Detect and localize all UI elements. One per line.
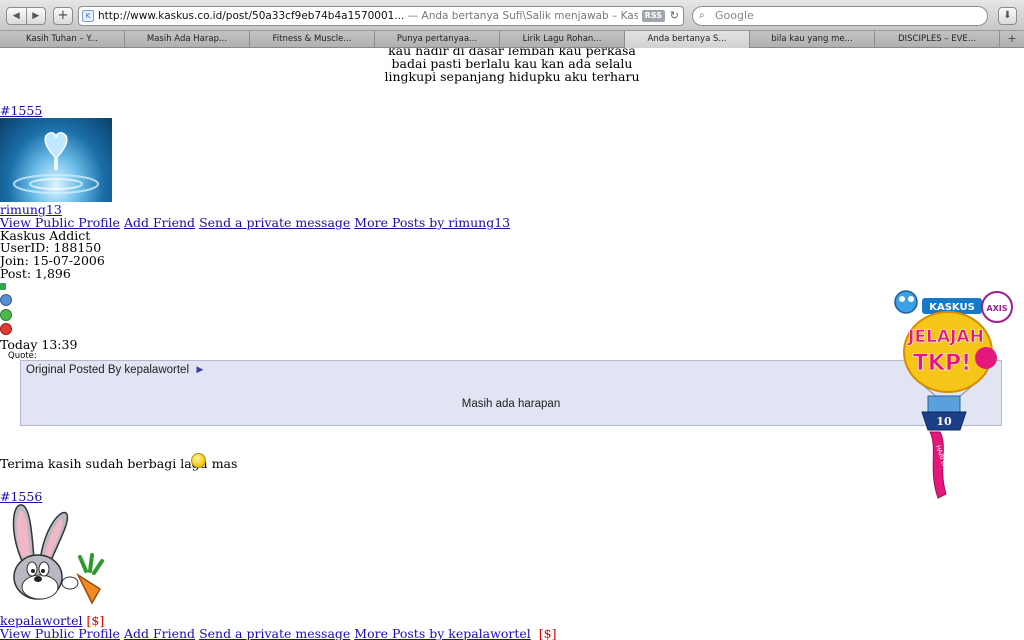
page-content: kau hadir di dasar lembah kau perkasa ba… (0, 48, 1024, 640)
badge-count: 10 (936, 415, 952, 428)
more-posts-link[interactable]: More Posts by kepalawortel (354, 626, 530, 640)
page-title-text: — Anda bertanya Sufi\Salik menjawab – Ka… (407, 10, 638, 22)
give-reputation-icon[interactable] (0, 309, 12, 321)
plus-icon[interactable]: + (53, 7, 73, 25)
quote-header: Original Posted By kepalawortel ► (26, 364, 206, 376)
user-info-1: rimung13 View Public Profile Add Friend Se… (0, 203, 510, 281)
lyric-line: lingkupi sepanjang hidupku aku terharu (384, 68, 640, 84)
more-posts-link[interactable]: More Posts by rimung13 (354, 215, 510, 230)
post-time: Today 13:39 (0, 337, 78, 352)
quote-source-arrow-icon[interactable]: ► (194, 364, 205, 376)
tab-3[interactable]: Fitness & Muscle... (250, 31, 375, 48)
lyrics-block: kau hadir di dasar lembah kau perkasa ba… (350, 48, 674, 83)
quote-box: Original Posted By kepalawortel ► Masih … (20, 360, 1002, 426)
private-message-link[interactable]: Send a private message (199, 626, 350, 640)
view-profile-link[interactable]: View Public Profile (0, 626, 120, 640)
tab-6-active[interactable]: Anda bertanya S... (625, 31, 750, 48)
tab-8[interactable]: DISCIPLES – EVE... (875, 31, 1000, 48)
avatar (0, 503, 114, 613)
tab-1[interactable]: Kasih Tuhan – Y... (0, 31, 125, 48)
search-input[interactable]: ⌕ Google (692, 6, 988, 26)
smiley-icon (191, 453, 206, 468)
download-icon[interactable]: ⬇ (998, 7, 1017, 25)
water-heart-avatar (13, 132, 99, 194)
bunny-avatar (12, 504, 104, 605)
jelajah-tkp-badge[interactable]: KASKUS AXIS JELAJAH TKP! 10 HARI LAGI (884, 286, 1018, 508)
search-placeholder: Google (715, 9, 754, 22)
quote-text: Masih ada harapan (461, 398, 561, 410)
post-number-link[interactable]: #1556 (0, 489, 42, 504)
private-message-link[interactable]: Send a private message (199, 215, 350, 230)
tab-2[interactable]: Masih Ada Harap... (125, 31, 250, 48)
avatar (0, 118, 112, 202)
browser-toolbar: ◀ ▶ + K http://www.kaskus.co.id/post/50a… (0, 0, 1024, 31)
user-info-2: kepalawortel [$] View Public Profile Add … (0, 614, 557, 640)
reputation-icon[interactable] (0, 294, 12, 306)
tab-4[interactable]: Punya pertanyaa... (375, 31, 500, 48)
tab-bar: Kasih Tuhan – Y... Masih Ada Harap... Fi… (0, 31, 1024, 48)
tab-7[interactable]: bila kau yang me... (750, 31, 875, 48)
nav-buttons: ◀ ▶ (6, 7, 46, 25)
report-icon[interactable] (0, 323, 12, 335)
mascot-icon (894, 290, 918, 314)
badge-partner: AXIS (986, 304, 1007, 313)
quote-author: Original Posted By kepalawortel (26, 364, 189, 376)
address-bar[interactable]: K http://www.kaskus.co.id/post/50a33cf9e… (78, 6, 684, 26)
url-text: http://www.kaskus.co.id/post/50a33cf9eb7… (98, 10, 405, 22)
add-friend-link[interactable]: Add Friend (124, 626, 195, 640)
badge-line-2: TKP! (913, 351, 971, 376)
add-friend-link[interactable]: Add Friend (124, 215, 195, 230)
rss-button[interactable]: RSS (641, 10, 665, 22)
site-favicon-icon: K (82, 10, 94, 22)
new-tab-button[interactable]: + (1000, 31, 1024, 48)
money-tag[interactable]: [$] (539, 626, 557, 640)
online-status-icon (0, 283, 6, 290)
reload-icon[interactable]: ↻ (670, 7, 679, 25)
search-icon: ⌕ (699, 10, 705, 21)
post-count: Post: 1,896 (0, 265, 71, 281)
badge-line-1: JELAJAH (907, 327, 984, 347)
forward-arrow-icon[interactable]: ▶ (25, 8, 46, 24)
post-number-link[interactable]: #1555 (0, 103, 42, 118)
address-text[interactable]: http://www.kaskus.co.id/post/50a33cf9eb7… (98, 7, 638, 25)
tab-5[interactable]: Lirik Lagu Rohan... (500, 31, 625, 48)
back-arrow-icon[interactable]: ◀ (7, 8, 26, 24)
